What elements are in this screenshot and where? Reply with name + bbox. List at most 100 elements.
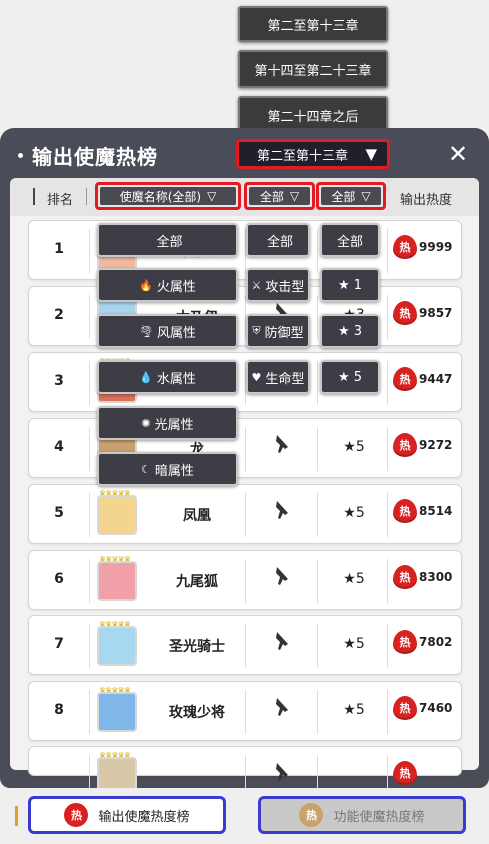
chapter-select[interactable]: 第二至第十三章 ▼	[236, 139, 390, 169]
rank-number: 4	[54, 439, 64, 455]
heat-score: 热 9999	[393, 235, 452, 259]
heat-score: 热 9447	[393, 367, 452, 391]
row-divider	[317, 427, 318, 471]
type-icon: ⚔	[251, 278, 262, 292]
type-option[interactable]: ⛨ 防御型	[246, 314, 310, 348]
rank-number: 1	[54, 241, 64, 257]
star-rating: ★5	[343, 439, 365, 455]
type-option-label: 全部	[266, 234, 293, 250]
heat-icon: 热	[393, 367, 417, 391]
row-divider	[89, 493, 90, 537]
heat-icon: 热	[393, 433, 417, 457]
heat-score: 热 8300	[393, 565, 452, 589]
type-option[interactable]: ♥ 生命型	[246, 360, 310, 394]
row-divider	[387, 295, 388, 339]
chapter-option-2[interactable]: 第十四至第二十三章	[238, 50, 388, 88]
row-divider	[317, 624, 318, 668]
star-rating: ★5	[343, 636, 365, 652]
element-icon: 💧	[139, 370, 153, 384]
row-divider	[89, 690, 90, 734]
star-rating: ★5	[343, 571, 365, 587]
star-filter-label: 全部	[331, 189, 356, 204]
heat-value: 9447	[419, 372, 453, 386]
row-divider	[89, 427, 90, 471]
table-row[interactable]: 3♛♛♛♛♛哭泣人偶★5热9447	[28, 352, 462, 412]
table-row[interactable]: 2♛♛♛♛♛木乃伊★3热9857	[28, 286, 462, 346]
row-divider	[317, 361, 318, 405]
star-option-label: ★ 3	[337, 323, 363, 339]
heat-value: 9857	[419, 306, 453, 320]
row-divider	[387, 690, 388, 734]
star-option-label: ★ 1	[337, 277, 363, 293]
heat-score: 热 9272	[393, 433, 452, 457]
star-option[interactable]: ★ 1	[320, 268, 380, 302]
row-divider	[89, 229, 90, 273]
heat-icon: 热	[393, 761, 417, 785]
element-option[interactable]: ☾ 暗属性	[97, 452, 238, 486]
row-divider	[317, 493, 318, 537]
heat-score: 热 9857	[393, 301, 452, 325]
table-row[interactable]: 4♛♛♛♛♛龙★5热9272	[28, 418, 462, 478]
element-option[interactable]: 🔥 火属性	[97, 268, 238, 302]
output-hot-label: 输出使魔热度榜	[98, 809, 190, 825]
row-divider	[317, 690, 318, 734]
star-option-label: ★ 5	[337, 369, 363, 385]
element-option[interactable]: ✺ 光属性	[97, 406, 238, 440]
element-option[interactable]: 全部	[97, 223, 238, 257]
element-option-label: 水属性	[156, 371, 196, 387]
header-divider	[86, 188, 87, 205]
rank-number: 5	[54, 505, 64, 521]
heat-value: 8300	[419, 570, 453, 584]
chapter-option-1[interactable]: 第二至第十三章	[238, 6, 388, 42]
type-option[interactable]: 全部	[246, 223, 310, 257]
type-icon: ♥	[251, 370, 262, 384]
table-row[interactable]: ♛♛♛♛♛ 热	[28, 746, 462, 799]
attack-type-icon	[255, 630, 311, 656]
type-filter[interactable]: 全部 ▽	[244, 182, 315, 210]
rank-number: 8	[54, 702, 64, 718]
star-rating: ★5	[343, 505, 365, 521]
output-hot-tab[interactable]: 热 输出使魔热度榜	[28, 796, 226, 834]
element-option[interactable]: 💧 水属性	[97, 360, 238, 394]
monster-avatar	[97, 495, 137, 535]
element-option-label: 风属性	[156, 325, 196, 341]
name-filter-label: 使魔名称(全部)	[119, 189, 202, 204]
filter-arrow-icon: ▽	[207, 189, 217, 203]
row-divider	[387, 361, 388, 405]
element-option-label: 暗属性	[154, 463, 194, 479]
table-row[interactable]: 6 ♛♛♛♛♛ 九尾狐 ★5 热 8300	[28, 550, 462, 610]
type-option[interactable]: ⚔ 攻击型	[246, 268, 310, 302]
rank-number: 2	[54, 307, 64, 323]
row-divider	[89, 624, 90, 668]
name-filter[interactable]: 使魔名称(全部) ▽	[95, 182, 241, 210]
filter-arrow-icon: ▽	[289, 189, 300, 203]
table-row[interactable]: 7 ♛♛♛♛♛ 圣光骑士 ★5 热 7802	[28, 615, 462, 675]
filter-arrow-icon: ▽	[361, 189, 371, 203]
heat-icon: 热	[393, 565, 417, 589]
heat-icon: 热	[393, 499, 417, 523]
star-option[interactable]: 全部	[320, 223, 380, 257]
rank-number: 7	[54, 636, 64, 652]
element-icon: 🌪	[139, 324, 153, 338]
element-option[interactable]: 🌪 风属性	[97, 314, 238, 348]
star-filter[interactable]: 全部 ▽	[316, 182, 386, 210]
attack-type-icon	[255, 696, 311, 722]
heat-score: 热 7460	[393, 696, 452, 720]
type-filter-label: 全部	[259, 189, 284, 204]
star-option[interactable]: ★ 5	[320, 360, 380, 394]
monster-avatar	[97, 561, 137, 601]
table-row[interactable]: 8 ♛♛♛♛♛ 玫瑰少将 ★5 热 7460	[28, 681, 462, 741]
header-accent	[33, 188, 35, 205]
table-row[interactable]: 1♛♛♛♛♛凤凰★5热9999	[28, 220, 462, 280]
heat-icon: 热	[299, 803, 324, 827]
heat-value: 9999	[419, 240, 453, 254]
row-divider	[317, 559, 318, 603]
heat-icon: 热	[393, 630, 417, 654]
star-option[interactable]: ★ 3	[320, 314, 380, 348]
table-row[interactable]: 5 ♛♛♛♛♛ 凤凰 ★5 热 8514	[28, 484, 462, 544]
type-option-label: 防御型	[264, 325, 304, 341]
close-icon[interactable]: ✕	[448, 140, 468, 168]
row-divider	[387, 493, 388, 537]
function-hot-tab[interactable]: 热 功能使魔热度榜	[258, 796, 466, 834]
rank-number: 3	[54, 373, 64, 389]
